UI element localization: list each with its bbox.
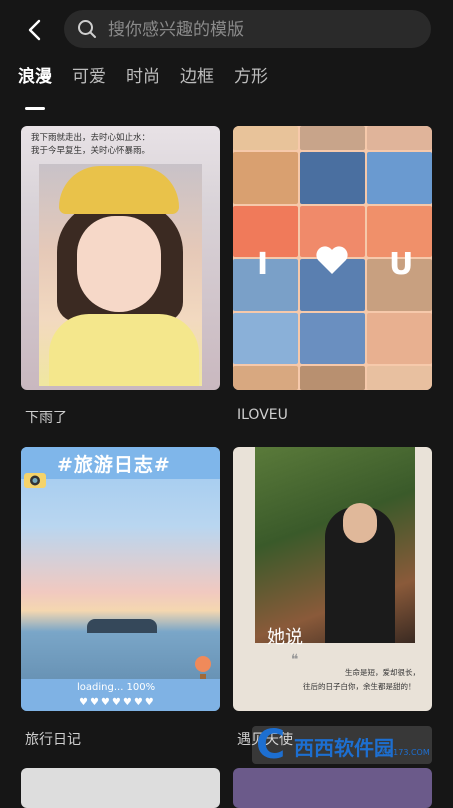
quote-icon: ❝: [291, 652, 299, 668]
template-card-meet-angel[interactable]: 她说 ❝ 生命是短，爱却很长， 往后的日子白你，余生都是甜的！: [233, 447, 432, 711]
active-tab-indicator: [25, 107, 45, 110]
search-input[interactable]: [106, 10, 410, 50]
photo-caption: 她说: [267, 627, 303, 648]
overlay-letter: U: [389, 247, 414, 282]
tab-label: 边框: [180, 67, 214, 87]
tab-label: 可爱: [72, 67, 106, 87]
card-caption-line: 我于今早复生，关时心怀暴雨。: [31, 146, 151, 156]
tab-label: 时尚: [126, 67, 160, 87]
card-caption-line: 我下雨就走出，去时心如止水：: [31, 133, 151, 143]
tab-romantic[interactable]: 浪漫: [18, 64, 52, 110]
template-card-iloveu[interactable]: I U: [233, 126, 432, 390]
poem-line: 生命是短，爱却很长，: [345, 668, 420, 677]
camera-icon: [24, 473, 46, 488]
watermark-url: CR173.COM: [382, 748, 430, 757]
template-card-partial[interactable]: [233, 768, 432, 808]
search-icon: [78, 20, 96, 38]
tab-label: 浪漫: [18, 67, 52, 87]
tab-label: 方形: [234, 67, 268, 87]
template-card-partial[interactable]: [21, 768, 220, 808]
hot-air-balloon-icon: [195, 656, 211, 679]
template-card-travel-diary[interactable]: #旅游日志# loading... 100% ♥♥♥♥♥♥♥: [21, 447, 220, 711]
heart-icon: [316, 246, 348, 274]
banner-text: #旅游日志#: [57, 454, 171, 476]
top-bar: [0, 0, 453, 60]
category-tabs: 浪漫 可爱 时尚 边框 方形: [18, 64, 288, 110]
tab-square[interactable]: 方形: [234, 64, 268, 104]
poem-line: 往后的日子白你，余生都是甜的！: [303, 682, 416, 691]
loading-text: loading... 100%: [77, 682, 156, 693]
tab-cute[interactable]: 可爱: [72, 64, 106, 104]
search-bar[interactable]: [64, 10, 431, 50]
back-arrow-icon[interactable]: [22, 16, 48, 44]
template-name: ILOVEU: [237, 407, 288, 423]
hearts-row: ♥♥♥♥♥♥♥: [79, 697, 156, 708]
template-name: 旅行日记: [25, 732, 81, 748]
template-name: 下雨了: [25, 410, 67, 426]
tab-fashion[interactable]: 时尚: [126, 64, 160, 104]
template-thumbnail: [255, 447, 415, 643]
template-card-rain[interactable]: 我下雨就走出，去时心如止水： 我于今早复生，关时心怀暴雨。: [21, 126, 220, 390]
overlay-letter: I: [257, 247, 269, 282]
watermark-logo: C 西西软件园 CR173.COM: [252, 722, 432, 768]
template-thumbnail: [39, 164, 202, 386]
watermark-brand: 西西软件园: [294, 736, 394, 760]
travel-banner: #旅游日志#: [21, 447, 220, 479]
island-silhouette: [87, 619, 157, 633]
watermark-c-logo: C: [256, 722, 286, 768]
tab-border[interactable]: 边框: [180, 64, 214, 104]
